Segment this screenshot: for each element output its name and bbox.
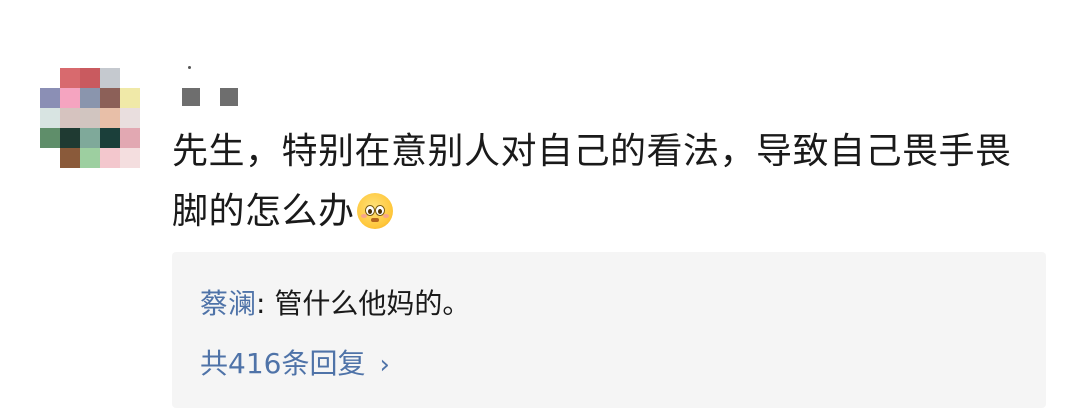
comment-text-block: 先生，特别在意别人对自己的看法，导致自己畏手畏脚的怎么办 [172,122,1032,242]
view-all-replies-link[interactable]: 共416条回复 › [200,342,390,382]
username-mark [188,66,191,69]
chevron-right-icon: › [379,350,390,380]
flushed-face-emoji-icon [356,193,393,229]
reply-text: 管什么他妈的。 [274,287,471,320]
reply-separator: : [256,287,275,320]
avatar[interactable] [40,68,140,168]
redacted-block [220,88,238,106]
redacted-block [182,88,200,106]
comment-text: 先生，特别在意别人对自己的看法，导致自己畏手畏脚的怎么办 [172,131,1012,232]
reply-line: 蔡澜: 管什么他妈的。 [200,282,470,322]
reply-preview-box[interactable]: 蔡澜: 管什么他妈的。 共416条回复 › [172,252,1046,408]
reply-author-link[interactable]: 蔡澜 [200,287,256,320]
username-redacted[interactable] [182,88,238,108]
replies-count-label: 共416条回复 [200,347,366,380]
